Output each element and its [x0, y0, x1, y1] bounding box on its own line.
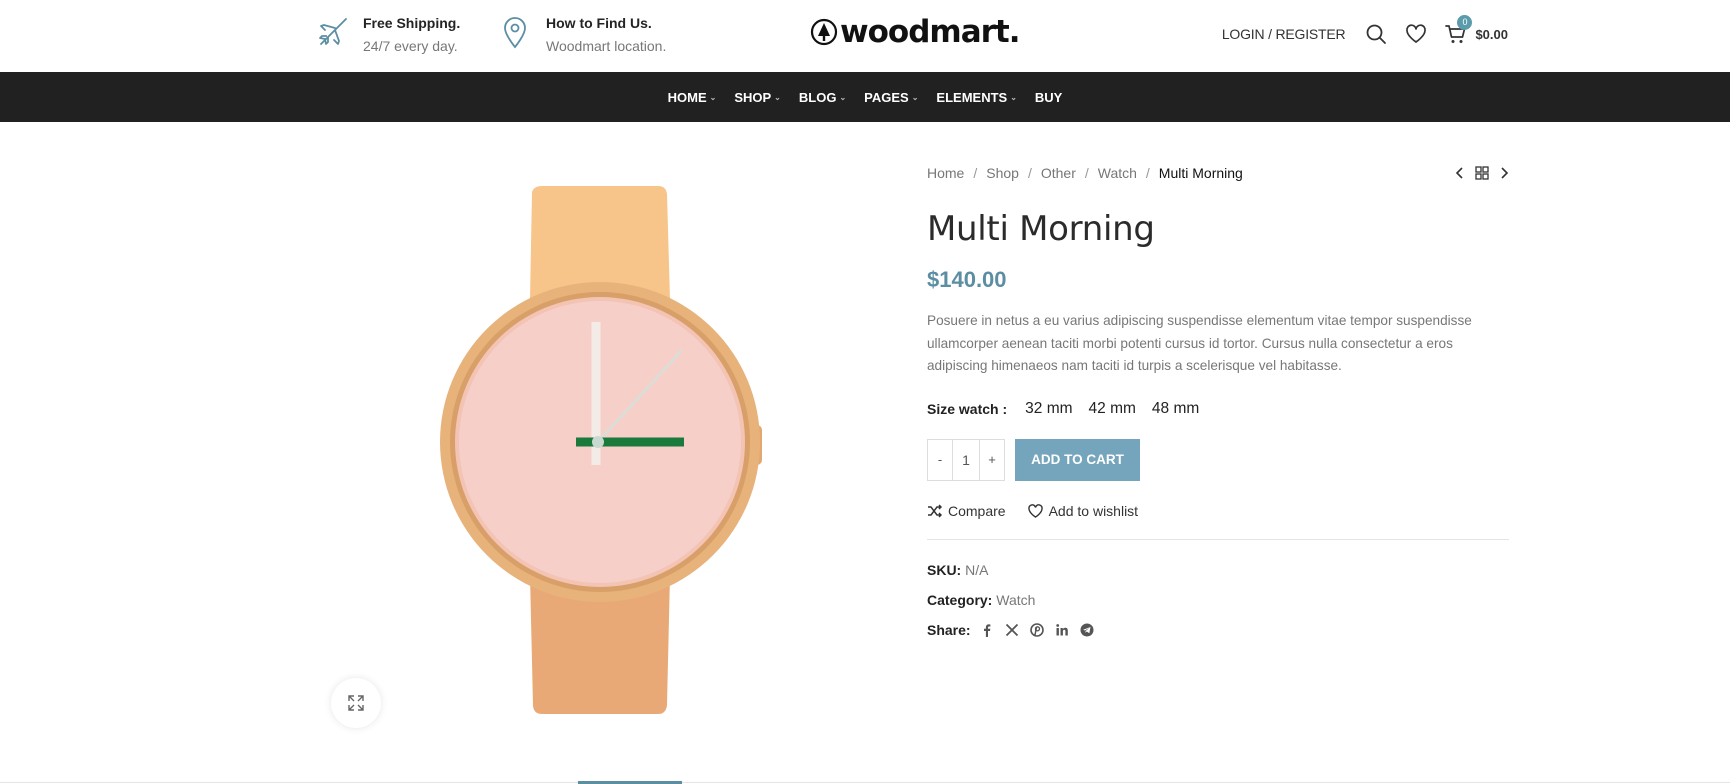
size-label: Size watch : [927, 400, 1008, 417]
chevron-down-icon: ⌄ [1010, 93, 1017, 102]
top-header: Free Shipping. 24/7 every day. How to Fi… [0, 0, 1730, 72]
expand-icon [348, 695, 364, 711]
find-us-info: How to Find Us. Woodmart location. [498, 14, 666, 55]
nav-label: SHOP [734, 89, 772, 105]
add-to-cart-button[interactable]: ADD TO CART [1015, 438, 1140, 481]
heart-icon [1027, 503, 1043, 518]
nav-label: PAGES [864, 89, 909, 105]
nav-item-shop[interactable]: SHOP ⌄ [734, 90, 781, 105]
chevron-down-icon: ⌄ [709, 93, 717, 102]
header-actions: LOGIN / REGISTER 0 $0.00 [1222, 15, 1508, 48]
nav-item-elements[interactable]: ELEMENTS ⌄ [936, 90, 1017, 105]
telegram-icon[interactable] [1080, 623, 1094, 637]
chevron-down-icon: ⌄ [839, 93, 847, 102]
share-row: Share: [927, 622, 1509, 638]
product-description: Posuere in netus a eu varius adipiscing … [927, 313, 1472, 373]
breadcrumb-home[interactable]: Home [927, 165, 964, 181]
cart-button[interactable]: 0 $0.00 [1445, 15, 1508, 45]
cart-count-badge: 0 [1457, 15, 1473, 30]
share-label: Share: [927, 621, 971, 638]
size-label-text: Size watch [927, 400, 999, 417]
find-us-subtitle: Woodmart location. [546, 38, 667, 54]
product-image[interactable] [430, 180, 790, 720]
site-logo[interactable]: woodmart. [810, 14, 1021, 50]
breadcrumb-separator: / [1084, 165, 1089, 181]
product-category: Category: Watch [927, 592, 1509, 608]
chevron-left-icon[interactable] [1455, 166, 1465, 180]
location-pin-icon [504, 17, 526, 49]
tabs-divider [0, 782, 1730, 783]
pinterest-icon[interactable] [1029, 622, 1044, 637]
nav-label: BLOG [798, 89, 837, 105]
breadcrumb-current: Multi Morning [1158, 165, 1243, 181]
sku-value: N/A [965, 561, 989, 578]
nav-item-home[interactable]: HOME ⌄ [668, 90, 717, 105]
quantity-decrease-button[interactable]: - [928, 440, 952, 480]
image-zoom-button[interactable] [331, 678, 381, 728]
size-option-32mm[interactable]: 32 mm [1025, 400, 1072, 418]
airplane-icon [319, 18, 347, 45]
wishlist-label: Add to wishlist [1048, 502, 1139, 519]
nav-item-pages[interactable]: PAGES ⌄ [864, 90, 918, 105]
nav-label: HOME [667, 89, 707, 105]
breadcrumb-separator: / [1145, 165, 1150, 181]
add-to-cart-row: - 1 + ADD TO CART [927, 438, 1509, 481]
chevron-down-icon: ⌄ [774, 93, 781, 102]
divider [927, 538, 1509, 540]
breadcrumb-separator: / [973, 165, 978, 181]
breadcrumb-shop[interactable]: Shop [986, 165, 1019, 181]
login-register-link[interactable]: LOGIN / REGISTER [1222, 26, 1346, 42]
nav-label: ELEMENTS [936, 89, 1008, 105]
nav-item-buy[interactable]: BUY [1035, 90, 1062, 105]
main-navigation: HOME ⌄ SHOP ⌄ BLOG ⌄ PAGES ⌄ ELEMENTS ⌄ BUY [0, 72, 1730, 122]
logo-text: woodmart. [840, 14, 1021, 50]
linkedin-icon[interactable] [1055, 623, 1069, 637]
breadcrumb-other[interactable]: Other [1041, 165, 1076, 181]
product-price: $140.00 [927, 267, 1007, 292]
size-option-42mm[interactable]: 42 mm [1089, 400, 1136, 418]
breadcrumb-row: Home / Shop / Other / Watch / Multi Morn… [927, 160, 1509, 186]
free-shipping-subtitle: 24/7 every day. [363, 38, 458, 54]
cart-total: $0.00 [1475, 26, 1508, 42]
product-navigation [1455, 166, 1509, 180]
category-link[interactable]: Watch [996, 592, 1035, 608]
product-actions: Compare Add to wishlist [927, 501, 1509, 521]
chevron-down-icon: ⌄ [911, 93, 919, 102]
free-shipping-title: Free Shipping. [363, 15, 461, 31]
heart-icon[interactable] [1405, 23, 1427, 45]
breadcrumb-watch[interactable]: Watch [1098, 165, 1137, 181]
product-title: Multi Morning [927, 209, 1155, 249]
nav-label: BUY [1034, 89, 1063, 105]
search-icon[interactable] [1365, 23, 1387, 45]
chevron-right-icon[interactable] [1499, 166, 1509, 180]
breadcrumb: Home / Shop / Other / Watch / Multi Morn… [927, 165, 1243, 181]
shuffle-icon [928, 503, 942, 518]
sku-label: SKU: [927, 561, 962, 578]
add-to-wishlist-button[interactable]: Add to wishlist [1027, 502, 1139, 519]
quantity-input[interactable]: 1 [952, 439, 980, 480]
x-twitter-icon[interactable] [1005, 623, 1019, 637]
free-shipping-info: Free Shipping. 24/7 every day. [315, 14, 460, 55]
size-option-48mm[interactable]: 48 mm [1152, 400, 1199, 418]
size-selector: Size watch : 32 mm 42 mm 48 mm [927, 396, 1509, 422]
compare-label: Compare [948, 502, 1006, 519]
quantity-stepper: - 1 + [927, 438, 1005, 481]
facebook-icon[interactable] [980, 623, 994, 637]
breadcrumb-separator: / [1027, 165, 1032, 181]
category-label: Category: [927, 591, 993, 608]
grid-icon[interactable] [1475, 166, 1489, 180]
compare-button[interactable]: Compare [927, 503, 1006, 519]
nav-item-blog[interactable]: BLOG ⌄ [799, 90, 846, 105]
quantity-increase-button[interactable]: + [980, 440, 1004, 480]
product-sku: SKU: N/A [927, 562, 1509, 578]
product-summary: Home / Shop / Other / Watch / Multi Morn… [927, 160, 1509, 638]
logo-tree-icon [810, 18, 838, 46]
find-us-title: How to Find Us. [546, 15, 652, 31]
